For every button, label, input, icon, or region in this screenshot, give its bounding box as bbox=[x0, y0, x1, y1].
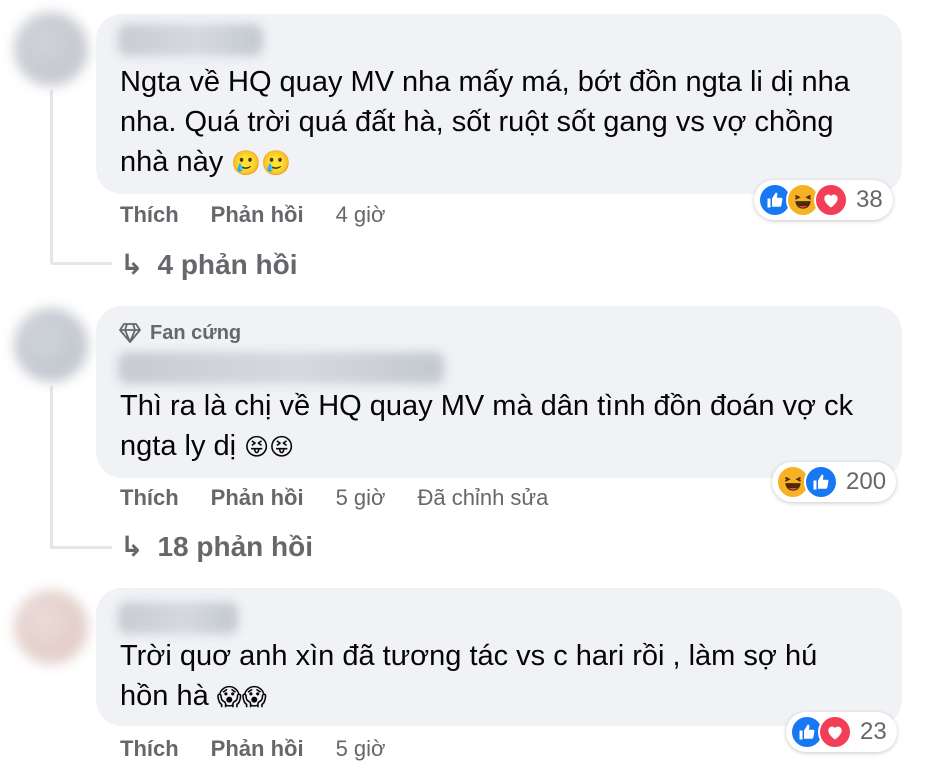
love-icon bbox=[818, 715, 852, 749]
author-name-redacted[interactable] bbox=[118, 24, 263, 56]
reaction-count: 38 bbox=[856, 186, 883, 213]
replies-label: 18 phản hồi bbox=[157, 530, 314, 562]
comment-text: Thì ra là chị về HQ quay MV mà dân tình … bbox=[120, 386, 853, 467]
comment-actions: Thích Phản hồi 5 giờ bbox=[120, 736, 417, 762]
like-button[interactable]: Thích bbox=[120, 202, 179, 228]
reply-button[interactable]: Phản hồi bbox=[211, 736, 304, 762]
thread-line bbox=[50, 262, 112, 265]
comment-bubble: Ngta về HQ quay MV nha mấy má, bớt đồn n… bbox=[96, 14, 902, 194]
reaction-count: 23 bbox=[860, 718, 887, 745]
thread-line bbox=[50, 546, 112, 549]
reply-arrow-icon: ↳ bbox=[120, 248, 144, 281]
comment-text: Trời quơ anh xìn đã tương tác vs c hari … bbox=[120, 636, 817, 717]
thread-line bbox=[50, 386, 53, 546]
emoji: 🥲🥲 bbox=[231, 149, 292, 177]
reaction-summary[interactable]: 23 bbox=[786, 712, 897, 752]
thread-line bbox=[50, 90, 53, 262]
comment-line: hồn hà 😱😱 bbox=[120, 680, 267, 712]
comment-line: Thì ra là chị về HQ quay MV mà dân tình … bbox=[120, 390, 854, 422]
reply-button[interactable]: Phản hồi bbox=[211, 485, 304, 511]
reply-button[interactable]: Phản hồi bbox=[211, 202, 304, 228]
comment-line: Trời quơ anh xìn đã tương tác vs c hari … bbox=[120, 640, 818, 672]
comment-text: Ngta về HQ quay MV nha mấy má, bớt đồn n… bbox=[120, 62, 850, 183]
reaction-summary[interactable]: 200 bbox=[772, 462, 897, 502]
avatar[interactable] bbox=[14, 590, 88, 664]
reply-arrow-icon: ↳ bbox=[120, 530, 144, 563]
like-button[interactable]: Thích bbox=[120, 485, 179, 511]
author-name-redacted[interactable] bbox=[118, 352, 444, 384]
reaction-count: 200 bbox=[846, 468, 887, 495]
comment-line: nha. Quá trời quá đất hà, sốt ruột sốt g… bbox=[120, 106, 834, 138]
like-button[interactable]: Thích bbox=[120, 736, 179, 762]
emoji: 😝😝 bbox=[244, 433, 295, 461]
timestamp[interactable]: 4 giờ bbox=[336, 202, 386, 228]
diamond-icon bbox=[118, 322, 142, 344]
view-replies-link[interactable]: ↳ 18 phản hồi bbox=[120, 530, 313, 563]
replies-label: 4 phản hồi bbox=[157, 248, 298, 280]
avatar[interactable] bbox=[14, 308, 88, 382]
comment-bubble: Trời quơ anh xìn đã tương tác vs c hari … bbox=[96, 588, 902, 726]
view-replies-link[interactable]: ↳ 4 phản hồi bbox=[120, 248, 297, 281]
comment-actions: Thích Phản hồi 5 giờ Đã chỉnh sửa bbox=[120, 485, 548, 511]
author-name-redacted[interactable] bbox=[118, 602, 238, 634]
timestamp[interactable]: 5 giờ bbox=[336, 736, 386, 762]
love-icon bbox=[814, 183, 848, 217]
comment-line: Ngta về HQ quay MV nha mấy má, bớt đồn n… bbox=[120, 66, 850, 98]
avatar[interactable] bbox=[14, 12, 88, 86]
comment-line: nhà này 🥲🥲 bbox=[120, 146, 292, 178]
fan-badge-label: Fan cứng bbox=[150, 322, 242, 344]
comment-line: ngta ly dị 😝😝 bbox=[120, 430, 295, 462]
emoji: 😱😱 bbox=[216, 683, 267, 711]
reaction-summary[interactable]: 38 bbox=[754, 180, 893, 220]
edited-label[interactable]: Đã chỉnh sửa bbox=[417, 485, 548, 511]
timestamp[interactable]: 5 giờ bbox=[336, 485, 386, 511]
comment-actions: Thích Phản hồi 4 giờ bbox=[120, 202, 417, 228]
like-icon bbox=[804, 465, 838, 499]
